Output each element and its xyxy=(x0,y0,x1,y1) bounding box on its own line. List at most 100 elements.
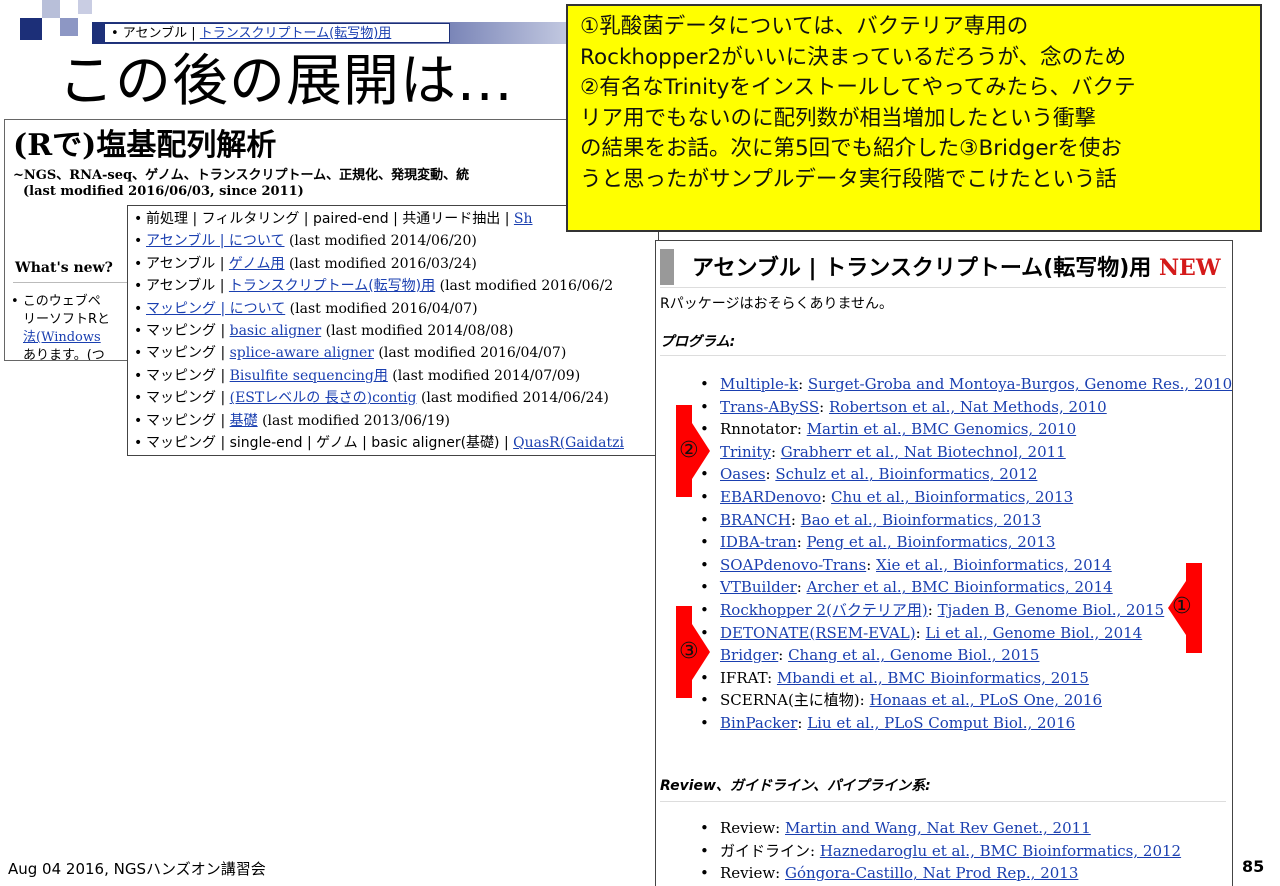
review-item: • ガイドライン: Haznedaroglu et al., BMC Bioinf… xyxy=(700,840,1181,863)
callout-line: ①乳酸菌データについては、バクテリア専用の xyxy=(580,14,1029,39)
program-item: • Trans-ABySS: Robertson et al., Nat Meth… xyxy=(700,396,1232,419)
program-item: • BRANCH: Bao et al., Bioinformatics, 201… xyxy=(700,509,1232,532)
program-name[interactable]: Rockhopper 2(バクテリア用) xyxy=(720,601,928,619)
bullet: • xyxy=(700,533,709,552)
bullet: • xyxy=(700,713,709,732)
program-item: • IDBA-tran: Peng et al., Bioinformatics,… xyxy=(700,531,1232,554)
review-prefix: Review xyxy=(720,819,776,837)
menu-item-link[interactable]: (ESTレベルの 長さの)contig xyxy=(230,390,417,406)
decor-square-dark xyxy=(20,18,42,40)
review-heading: Review、ガイドライン、パイプライン系: xyxy=(660,778,931,794)
menu-item-link[interactable]: QuasR(Gaidatzi xyxy=(513,435,624,451)
breadcrumb: • アセンブル | トランスクリプトーム(転写物)用 xyxy=(104,23,450,43)
callout-box: ①乳酸菌データについては、バクテリア専用の Rockhopper2がいいに決まっ… xyxy=(566,4,1262,232)
marker-label-2: ② xyxy=(679,438,699,463)
bullet: • xyxy=(700,819,709,837)
program-name[interactable]: Oases xyxy=(720,465,766,483)
decor-square-light xyxy=(42,0,60,18)
program-name[interactable]: EBARDenovo xyxy=(720,488,821,506)
program-name: SCERNA(主に植物) xyxy=(720,691,860,710)
menu-item: • マッピング | Bisulfite sequencing用 (last mod… xyxy=(134,367,581,384)
review-reference-link[interactable]: Haznedaroglu et al., BMC Bioinformatics,… xyxy=(820,842,1181,860)
program-name[interactable]: Trans-ABySS xyxy=(720,398,819,416)
program-item: • SOAPdenovo-Trans: Xie et al., Bioinform… xyxy=(700,554,1232,577)
site-modified: (last modified 2016/06/03, since 2011) xyxy=(23,184,304,199)
program-reference-link[interactable]: Martin et al., BMC Genomics, 2010 xyxy=(807,420,1076,438)
program-reference-link[interactable]: Schulz et al., Bioinformatics, 2012 xyxy=(775,465,1037,483)
program-reference-link[interactable]: Mbandi et al., BMC Bioinformatics, 2015 xyxy=(777,669,1089,687)
menu-item-link[interactable]: トランスクリプトーム(転写物)用 xyxy=(229,278,435,294)
separator: : xyxy=(810,841,820,860)
menu-list: • 前処理 | フィルタリング | paired-end | 共通リード抽出 | … xyxy=(128,206,658,454)
menu-item-link[interactable]: basic aligner xyxy=(230,323,322,339)
separator: : xyxy=(775,819,785,837)
program-item: • Rnnotator: Martin et al., BMC Genomics,… xyxy=(700,418,1232,441)
news-link[interactable]: 法(Windows xyxy=(23,326,101,345)
program-item: • Oases: Schulz et al., Bioinformatics, 2… xyxy=(700,463,1232,486)
menu-item-link[interactable]: アセンブル | について xyxy=(146,233,285,249)
news-line: あります。(つ xyxy=(23,348,105,361)
callout-line: の結果をお話。次に第5回でも紹介した③Bridgerを使お xyxy=(580,136,1122,162)
menu-item-link[interactable]: マッピング | について xyxy=(146,301,285,317)
separator: : xyxy=(866,555,877,574)
program-name[interactable]: DETONATE(RSEM-EVAL) xyxy=(720,624,916,642)
breadcrumb-link[interactable]: トランスクリプトーム(転写物)用 xyxy=(200,26,392,41)
program-reference-link[interactable]: Xie et al., Bioinformatics, 2014 xyxy=(876,556,1112,574)
callout-line: リア用でもないのに配列数が相当増加したという衝撃 xyxy=(580,105,1097,131)
review-reference-link[interactable]: Góngora-Castillo, Nat Prod Rep., 2013 xyxy=(785,864,1078,882)
program-reference-link[interactable]: Bao et al., Bioinformatics, 2013 xyxy=(801,511,1041,529)
program-reference-link[interactable]: Surget-Groba and Montoya-Burgos, Genome … xyxy=(808,375,1232,393)
menu-item-link[interactable]: ゲノム用 xyxy=(229,256,285,272)
program-reference-link[interactable]: Chang et al., Genome Biol., 2015 xyxy=(788,646,1039,664)
review-item: • Review: Martin and Wang, Nat Rev Genet.… xyxy=(700,817,1181,840)
program-reference-link[interactable]: Grabherr et al., Nat Biotechnol, 2011 xyxy=(781,443,1066,461)
divider xyxy=(660,287,1226,288)
page-note: Rパッケージはおそらくありません。 xyxy=(660,296,894,312)
separator: : xyxy=(915,623,926,642)
program-reference-link[interactable]: Liu et al., PLoS Comput Biol., 2016 xyxy=(807,714,1075,732)
program-reference-link[interactable]: Robertson et al., Nat Methods, 2010 xyxy=(829,398,1107,416)
separator: : xyxy=(859,691,870,710)
bullet: • xyxy=(700,864,709,883)
program-item: • EBARDenovo: Chu et al., Bioinformatics,… xyxy=(700,486,1232,509)
reviews-list: • Review: Martin and Wang, Nat Rev Genet.… xyxy=(700,817,1181,885)
program-name[interactable]: Multiple-k xyxy=(720,375,798,393)
program-item: • Multiple-k: Surget-Groba and Montoya-Bu… xyxy=(700,373,1232,396)
callout-line: ②有名なTrinityをインストールしてやってみたら、バクテ xyxy=(580,75,1136,101)
review-item: • Review: Góngora-Castillo, Nat Prod Rep.… xyxy=(700,862,1181,885)
program-name[interactable]: IDBA-tran xyxy=(720,533,797,551)
separator: : xyxy=(778,646,789,665)
program-reference-link[interactable]: Tjaden B, Genome Biol., 2015 xyxy=(938,601,1165,619)
program-name[interactable]: BinPacker xyxy=(720,714,797,732)
separator: : xyxy=(767,668,777,687)
program-name[interactable]: BRANCH xyxy=(720,511,791,529)
review-prefix: Review xyxy=(720,864,776,883)
review-reference-link[interactable]: Martin and Wang, Nat Rev Genet., 2011 xyxy=(785,819,1091,837)
separator: : xyxy=(819,397,829,416)
bullet: • xyxy=(700,841,709,860)
page-number: 85 xyxy=(1242,857,1265,876)
menu-item-link[interactable]: Bisulfite sequencing用 xyxy=(230,368,388,384)
program-reference-link[interactable]: Honaas et al., PLoS One, 2016 xyxy=(870,691,1103,709)
menu-item-link[interactable]: splice-aware aligner xyxy=(230,345,374,361)
menu-item: • マッピング | (ESTレベルの 長さの)contig (last modif… xyxy=(134,390,609,407)
marker-label-1: ① xyxy=(1172,594,1192,619)
menu-item-link[interactable]: Sh xyxy=(514,211,533,227)
program-name[interactable]: Bridger xyxy=(720,646,778,664)
separator: : xyxy=(790,510,801,529)
program-reference-link[interactable]: Li et al., Genome Biol., 2014 xyxy=(925,624,1142,642)
heading-bar xyxy=(660,249,674,285)
decor-square-mid xyxy=(60,18,78,36)
menu-item: • マッピング | single-end | ゲノム | basic aligne… xyxy=(134,435,624,452)
menu-item-link[interactable]: 基礎 xyxy=(230,413,258,429)
program-name[interactable]: Trinity xyxy=(720,443,771,461)
menu-item: • マッピング | 基礎 (last modified 2013/06/19) xyxy=(134,412,450,429)
program-name[interactable]: SOAPdenovo-Trans xyxy=(720,556,866,574)
program-item: • SCERNA(主に植物): Honaas et al., PLoS One, … xyxy=(700,689,1232,712)
page-heading-text: アセンブル | トランスクリプトーム(転写物)用 xyxy=(692,256,1152,281)
program-reference-link[interactable]: Archer et al., BMC Bioinformatics, 2014 xyxy=(807,578,1113,596)
program-name[interactable]: VTBuilder xyxy=(720,578,797,596)
program-reference-link[interactable]: Peng et al., Bioinformatics, 2013 xyxy=(807,533,1056,551)
program-reference-link[interactable]: Chu et al., Bioinformatics, 2013 xyxy=(831,488,1073,506)
bullet: • xyxy=(700,578,709,597)
